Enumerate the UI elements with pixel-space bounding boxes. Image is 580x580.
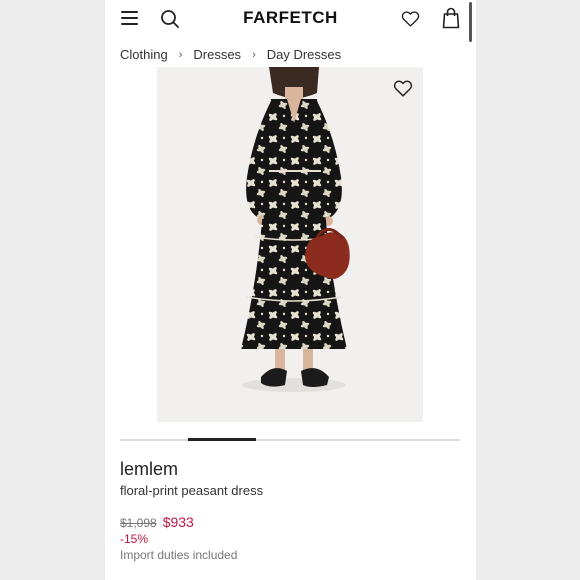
image-carousel-indicator[interactable] xyxy=(120,438,460,441)
breadcrumb-separator: › xyxy=(252,48,256,61)
shopping-bag-icon[interactable] xyxy=(441,7,461,29)
favorite-heart-icon[interactable] xyxy=(392,77,414,99)
brand-logo[interactable]: FARFETCH xyxy=(185,8,396,28)
breadcrumb-separator: › xyxy=(178,48,183,61)
carousel-active-segment xyxy=(188,438,256,441)
product-name: floral-print peasant dress xyxy=(120,483,264,498)
breadcrumb-dresses[interactable]: Dresses xyxy=(193,47,241,62)
breadcrumb: Clothing › Dresses › Day Dresses xyxy=(120,47,341,62)
original-price: $1,098 xyxy=(120,516,157,530)
breadcrumb-clothing[interactable]: Clothing xyxy=(120,47,168,62)
search-icon[interactable] xyxy=(160,9,180,29)
scrollbar[interactable] xyxy=(469,2,472,42)
top-bar: FARFETCH xyxy=(105,0,476,36)
price-block: $1,098 $933 xyxy=(120,514,194,530)
app-screen: FARFETCH Clothing › Dresses › Day Dresse… xyxy=(105,0,476,580)
dress-photo xyxy=(157,67,423,422)
product-image[interactable] xyxy=(157,67,423,422)
heart-icon[interactable] xyxy=(400,8,421,29)
breadcrumb-day-dresses[interactable]: Day Dresses xyxy=(267,47,341,62)
import-duties-note: Import duties included xyxy=(120,548,238,562)
hamburger-menu-icon[interactable] xyxy=(121,11,138,25)
discount-badge: -15% xyxy=(120,532,149,546)
product-brand[interactable]: lemlem xyxy=(120,459,178,480)
sale-price: $933 xyxy=(162,514,194,530)
